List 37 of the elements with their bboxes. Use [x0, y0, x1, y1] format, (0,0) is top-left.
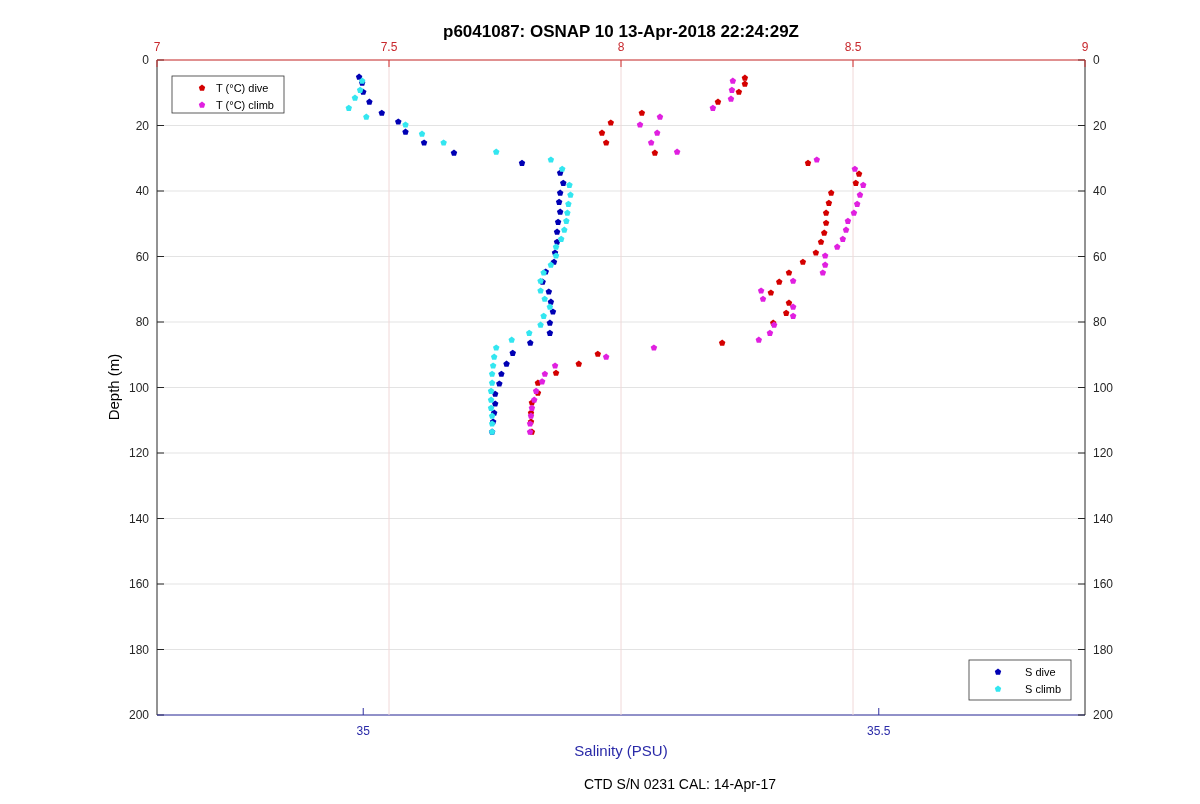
depth-tick-label: 60	[1093, 249, 1107, 264]
temperature-tick-label: 7.5	[380, 40, 398, 54]
depth-tick-label: 200	[1093, 708, 1114, 722]
depth-tick-label: 100	[128, 380, 149, 395]
legend-label: S dive	[1025, 666, 1056, 678]
depth-tick-label: 120	[128, 446, 149, 460]
salinity-tick-label: 35.5	[867, 724, 891, 738]
temperature-tick-label: 7	[153, 40, 161, 54]
legend-label: T (°C) climb	[216, 99, 274, 111]
depth-tick-label: 40	[1093, 184, 1107, 198]
x-axis-label: Salinity (PSU)	[574, 742, 668, 759]
depth-tick-label: 20	[1093, 118, 1107, 133]
depth-tick-label: 0	[1093, 53, 1100, 67]
depth-tick-label: 60	[135, 249, 149, 264]
depth-tick-label: 180	[1093, 642, 1114, 657]
temperature-tick-label: 9	[1081, 40, 1089, 54]
salinity-tick-label: 35	[356, 724, 370, 738]
temperature-tick-label: 8	[617, 40, 625, 54]
depth-tick-label: 180	[128, 642, 149, 657]
y-axis-label: Depth (m)	[105, 353, 122, 421]
depth-tick-label: 120	[1093, 446, 1114, 460]
depth-tick-label: 160	[1093, 577, 1114, 591]
depth-tick-label: 80	[135, 315, 149, 329]
chart-title: p6041087: OSNAP 10 13-Apr-2018 22:24:29Z	[443, 22, 799, 41]
depth-tick-label: 40	[135, 184, 149, 198]
depth-tick-label: 100	[1093, 380, 1114, 395]
depth-tick-label: 80	[1093, 315, 1107, 329]
footer-text: CTD S/N 0231 CAL: 14-Apr-17	[583, 776, 777, 792]
depth-tick-label: 140	[1093, 511, 1114, 526]
depth-tick-label: 200	[128, 708, 149, 722]
depth-tick-label: 160	[128, 577, 149, 591]
legend-label: S climb	[1025, 683, 1062, 695]
legend-label: T (°C) dive	[216, 82, 269, 94]
depth-tick-label: 0	[142, 53, 149, 67]
temperature-tick-label: 8.5	[844, 40, 862, 54]
depth-tick-label: 20	[135, 118, 149, 133]
depth-tick-label: 140	[128, 511, 149, 526]
